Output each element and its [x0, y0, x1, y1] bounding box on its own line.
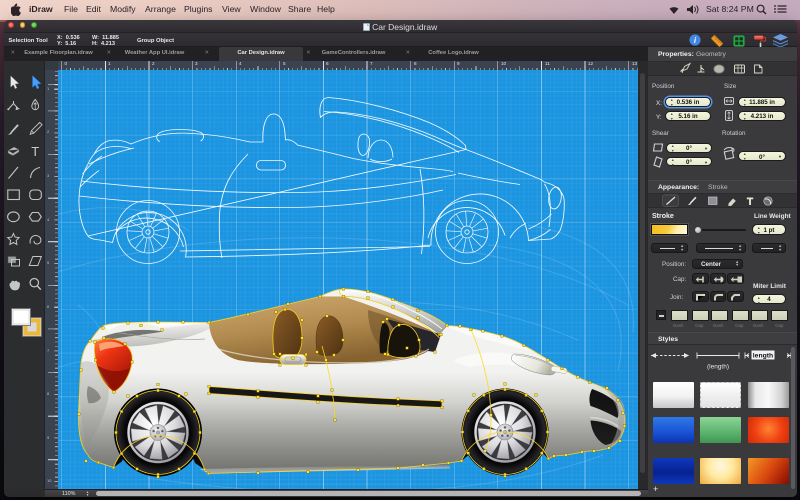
svg-text:(length): (length): [707, 364, 729, 371]
svg-text:T: T: [747, 197, 753, 208]
svg-text:length: length: [753, 353, 773, 360]
svg-text:T: T: [31, 144, 39, 159]
